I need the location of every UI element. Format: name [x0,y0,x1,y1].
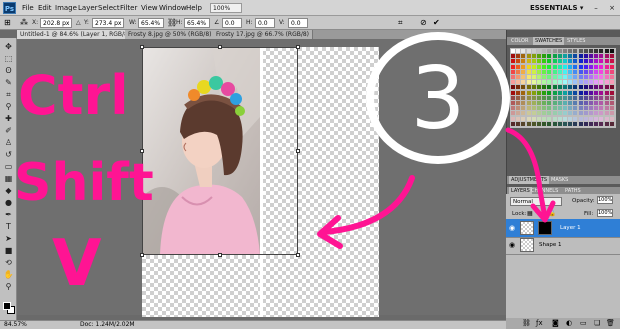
annotation-v: V [52,227,102,301]
annotation-shift: Shift [14,153,154,213]
step-number: 3 [411,49,466,149]
arrow-to-canvas-icon [322,175,415,235]
annotation-ctrl: Ctrl [18,64,129,127]
annotation-overlay: Ctrl Shift V 3 [14,32,556,301]
arrow-to-layers-icon [505,127,548,221]
step-3-circle: 3 [366,32,510,164]
